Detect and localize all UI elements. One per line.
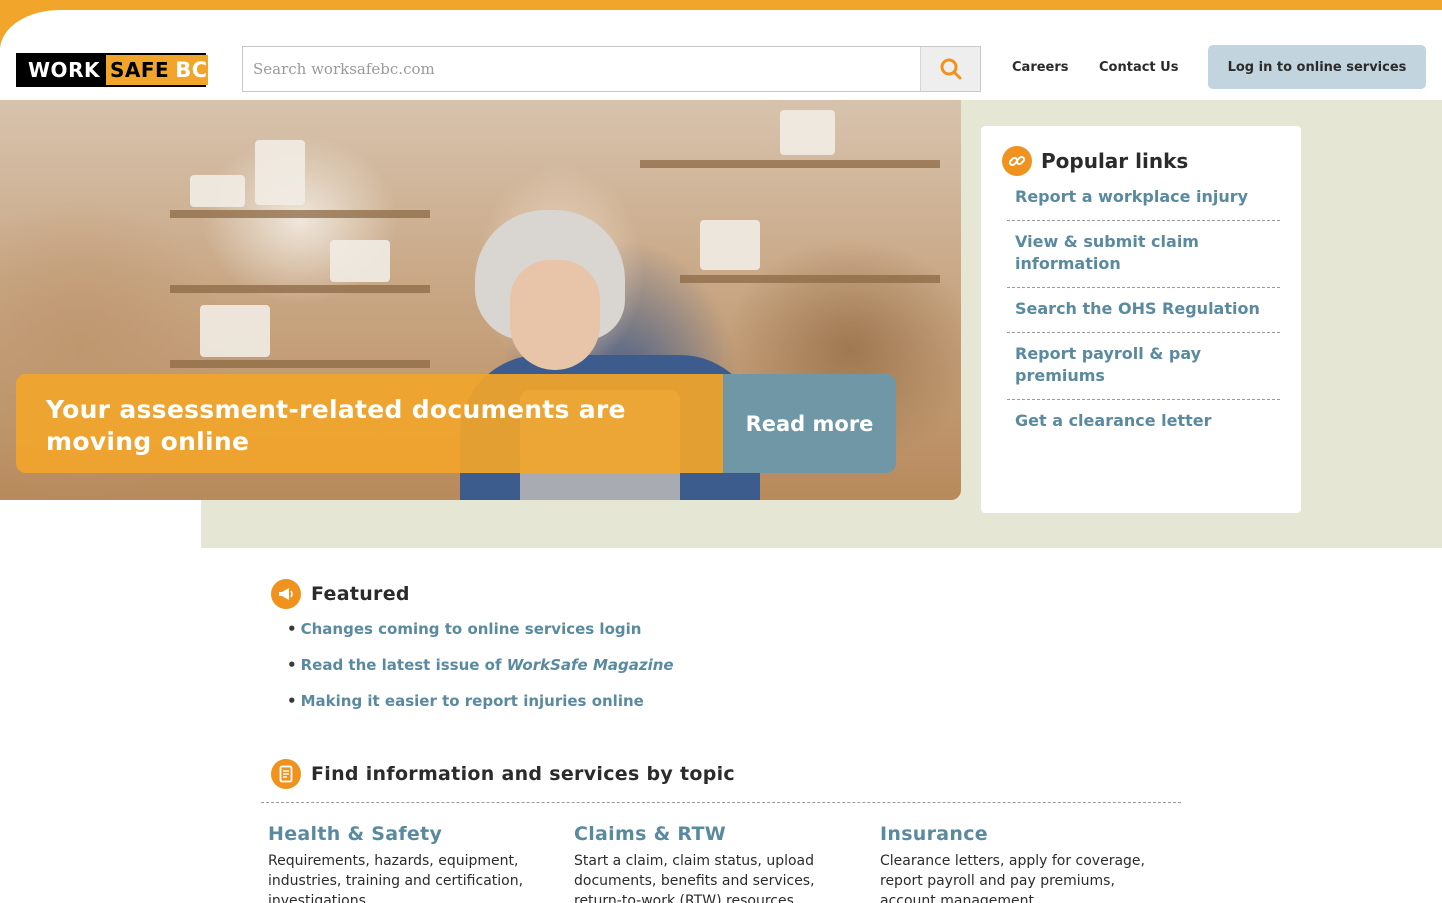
bullet: • [287, 620, 297, 638]
popular-link-ohs-regulation[interactable]: Search the OHS Regulation [1007, 288, 1280, 333]
site-header: WORK SAFE BC Careers Contact Us Log in t… [0, 10, 1442, 100]
shelf-decoration [170, 360, 430, 368]
pottery-decoration [255, 140, 305, 205]
shelf-decoration [170, 210, 430, 218]
read-more-button[interactable]: Read more [723, 374, 896, 473]
search-icon [940, 58, 961, 80]
bullet: • [287, 656, 297, 674]
topics-section: Find information and services by topic H… [261, 759, 1181, 903]
topic-title[interactable]: Insurance [880, 823, 1179, 845]
pottery-decoration [700, 220, 760, 270]
logo-safe-word: SAFE [109, 58, 170, 82]
worksafebc-logo[interactable]: WORK SAFE BC [16, 53, 208, 87]
featured-item-italic[interactable]: WorkSafe Magazine [507, 656, 674, 674]
topic-description: Requirements, hazards, equipment, indust… [268, 853, 524, 903]
popular-links-title: Popular links [1041, 149, 1189, 173]
pottery-decoration [780, 110, 835, 155]
login-online-services-button[interactable]: Log in to online services [1208, 45, 1426, 89]
topics-title: Find information and services by topic [311, 763, 735, 785]
topic-title[interactable]: Health & Safety [268, 823, 567, 845]
shelf-decoration [680, 275, 940, 283]
logo-safe-text: SAFE BC [105, 55, 208, 85]
featured-list: • Changes coming to online services login… [271, 617, 971, 725]
nav-contact-link[interactable]: Contact Us [1099, 60, 1178, 75]
bullet: • [287, 692, 297, 710]
popular-link-report-injury[interactable]: Report a workplace injury [1007, 184, 1280, 221]
popular-links-panel: Popular links Report a workplace injury … [981, 126, 1301, 513]
search-bar [242, 46, 981, 92]
logo-work-text: WORK [18, 55, 106, 85]
shelf-decoration [640, 160, 940, 168]
person-face-decoration [510, 260, 600, 370]
topics-divider [261, 802, 1181, 803]
topic-claims-rtw: Claims & RTW Start a claim, claim status… [567, 823, 873, 903]
topic-title[interactable]: Claims & RTW [574, 823, 873, 845]
pottery-decoration [200, 305, 270, 357]
featured-item-text[interactable]: Making it easier to report injuries onli… [301, 692, 644, 710]
search-button[interactable] [920, 47, 980, 91]
logo-bc-word: BC [175, 58, 208, 82]
popular-link-clearance-letter[interactable]: Get a clearance letter [1007, 400, 1280, 444]
pottery-decoration [330, 240, 390, 282]
hero-banner: Your assessment-related documents are mo… [16, 374, 896, 473]
topic-description: Clearance letters, apply for coverage, r… [880, 853, 1145, 903]
featured-section: Featured • Changes coming to online servi… [271, 579, 971, 725]
featured-title: Featured [311, 583, 410, 605]
featured-item-text[interactable]: Read the latest issue of [301, 656, 507, 674]
topics-header: Find information and services by topic [261, 759, 1181, 789]
featured-item[interactable]: • Read the latest issue of WorkSafe Magaz… [287, 653, 971, 689]
pottery-decoration [190, 175, 245, 207]
shelf-decoration [170, 285, 430, 293]
nav-careers-link[interactable]: Careers [1012, 60, 1069, 75]
featured-header: Featured [271, 579, 971, 609]
popular-link-payroll[interactable]: Report payroll & pay premiums [1007, 333, 1280, 400]
popular-links-list: Report a workplace injury View & submit … [1002, 184, 1280, 444]
topic-columns: Health & Safety Requirements, hazards, e… [261, 823, 1181, 903]
popular-links-header: Popular links [1002, 146, 1280, 176]
hero-headline[interactable]: Your assessment-related documents are mo… [16, 374, 723, 473]
search-input[interactable] [243, 47, 920, 91]
megaphone-icon [271, 579, 301, 609]
featured-item-text[interactable]: Changes coming to online services login [301, 620, 642, 638]
popular-link-claim-information[interactable]: View & submit claim information [1007, 221, 1280, 288]
topic-health-safety: Health & Safety Requirements, hazards, e… [261, 823, 567, 903]
topic-insurance: Insurance Clearance letters, apply for c… [873, 823, 1179, 903]
featured-item[interactable]: • Making it easier to report injuries onl… [287, 689, 971, 725]
topic-description: Start a claim, claim status, upload docu… [574, 853, 815, 903]
document-icon [271, 759, 301, 789]
link-icon [1002, 146, 1032, 176]
featured-item[interactable]: • Changes coming to online services login [287, 617, 971, 653]
